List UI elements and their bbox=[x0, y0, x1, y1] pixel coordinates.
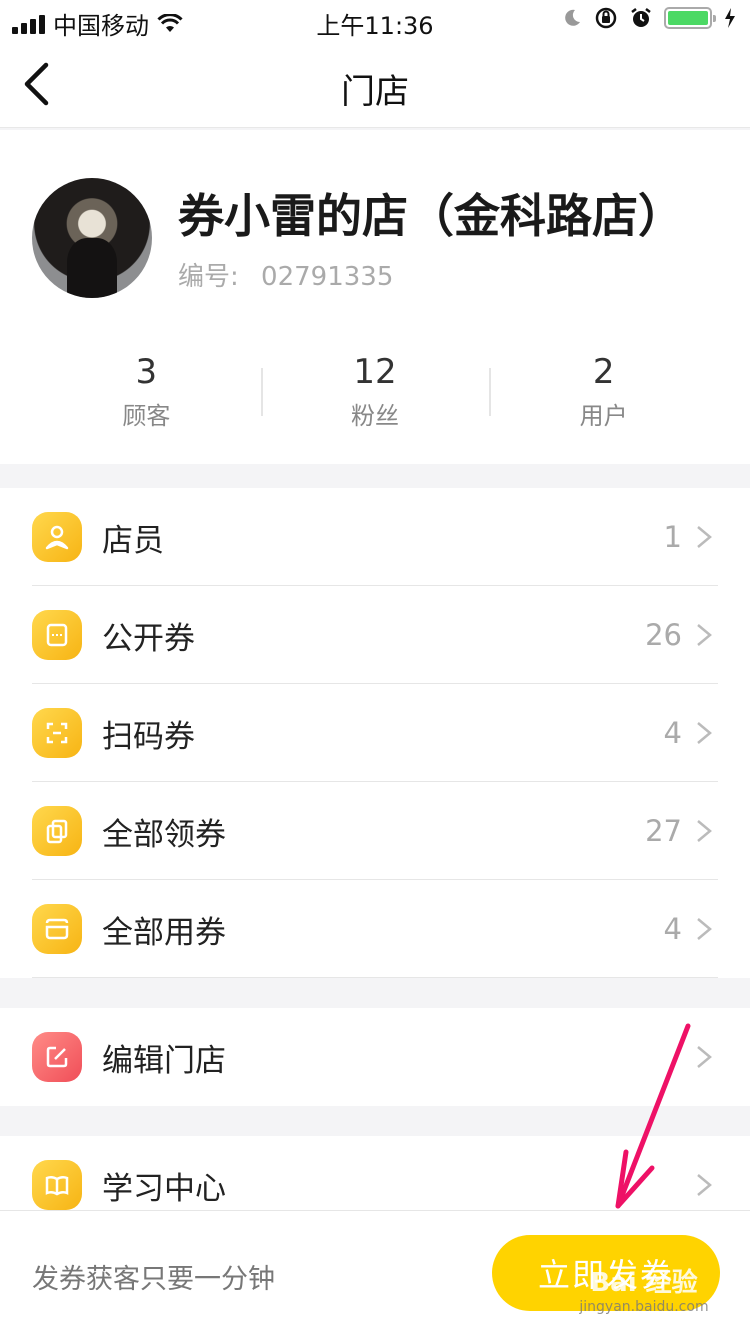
charging-icon bbox=[725, 8, 735, 28]
alarm-icon bbox=[631, 8, 651, 27]
annotation-arrow-icon bbox=[615, 1023, 691, 1209]
menu-count: 27 bbox=[645, 814, 682, 848]
nav-bar: 门店 bbox=[0, 40, 750, 128]
chevron-right-icon bbox=[697, 820, 712, 842]
stat-label: 粉丝 bbox=[351, 402, 399, 430]
menu-label: 学习中心 bbox=[102, 1170, 226, 1207]
menu-label: 扫码券 bbox=[102, 718, 195, 755]
stat-value: 12 bbox=[353, 352, 397, 392]
avatar[interactable] bbox=[32, 178, 152, 298]
watermark-text: Bai 经验 bbox=[590, 1268, 698, 1298]
user-icon bbox=[32, 512, 82, 562]
watermark-url: jingyan.baidu.com bbox=[579, 1299, 709, 1315]
moon-icon bbox=[565, 9, 580, 26]
menu-item-all-received[interactable]: 全部领券 27 bbox=[0, 782, 750, 880]
menu-group-main: 店员 1 公开券 26 扫码券 4 全部领券 27 全部用券 4 bbox=[0, 488, 750, 978]
menu-label: 公开券 bbox=[102, 620, 195, 657]
store-id-value: 02791335 bbox=[261, 262, 394, 292]
book-icon bbox=[32, 1160, 82, 1210]
copy-icon bbox=[32, 806, 82, 856]
menu-count: 4 bbox=[663, 716, 682, 750]
stat-customers[interactable]: 3 顾客 bbox=[32, 352, 261, 432]
store-id: 编号: 02791335 bbox=[178, 256, 393, 293]
watermark: Bai 经验 jingyan.baidu.com bbox=[574, 1262, 714, 1318]
coupon-icon bbox=[32, 904, 82, 954]
menu-label: 编辑门店 bbox=[102, 1042, 226, 1079]
status-bar: 中国移动 上午11:36 bbox=[0, 0, 750, 40]
chevron-right-icon bbox=[697, 624, 712, 646]
stat-value: 3 bbox=[135, 352, 158, 392]
stat-fans[interactable]: 12 粉丝 bbox=[260, 352, 490, 432]
menu-item-staff[interactable]: 店员 1 bbox=[0, 488, 750, 586]
stat-label: 用户 bbox=[579, 402, 628, 430]
stat-label: 顾客 bbox=[122, 402, 171, 430]
menu-item-all-used[interactable]: 全部用券 4 bbox=[0, 880, 750, 978]
battery-icon bbox=[664, 7, 716, 29]
promo-text: 发券获客只要一分钟 bbox=[32, 1264, 275, 1295]
edit-icon bbox=[32, 1032, 82, 1082]
menu-count: 26 bbox=[645, 618, 682, 652]
divider bbox=[32, 977, 718, 978]
store-id-label: 编号: bbox=[178, 262, 239, 292]
store-card: 券小雷的店（金科路店） 编号: 02791335 3 顾客 12 粉丝 2 用户 bbox=[0, 130, 750, 464]
ticket-icon bbox=[32, 610, 82, 660]
store-name: 券小雷的店（金科路店） bbox=[178, 189, 684, 243]
stat-value: 2 bbox=[592, 352, 615, 392]
menu-label: 全部用券 bbox=[102, 914, 226, 951]
status-right bbox=[562, 6, 736, 30]
menu-count: 1 bbox=[663, 520, 682, 554]
menu-label: 店员 bbox=[102, 522, 164, 559]
chevron-right-icon bbox=[697, 918, 712, 940]
menu-item-public-coupon[interactable]: 公开券 26 bbox=[0, 586, 750, 684]
scan-icon bbox=[32, 708, 82, 758]
page-title: 门店 bbox=[341, 72, 409, 112]
stats-row: 3 顾客 12 粉丝 2 用户 bbox=[32, 352, 718, 432]
menu-label: 全部领券 bbox=[102, 816, 226, 853]
rotation-lock-icon bbox=[595, 7, 617, 29]
menu-count: 4 bbox=[663, 912, 682, 946]
chevron-right-icon bbox=[697, 526, 712, 548]
menu-item-scan-coupon[interactable]: 扫码券 4 bbox=[0, 684, 750, 782]
chevron-right-icon bbox=[697, 722, 712, 744]
stat-users[interactable]: 2 用户 bbox=[489, 352, 718, 432]
